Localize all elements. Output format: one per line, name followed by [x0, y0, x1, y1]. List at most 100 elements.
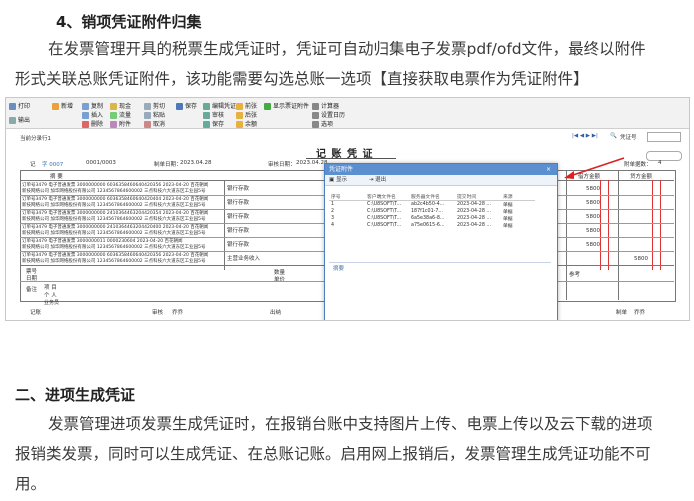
- voucher-screenshot: 打印 输出 新增 复制 插入 删除 现金 流量 附件 剪切 粘贴 取消 保存 编…: [5, 97, 690, 321]
- cell-submit-time: 2023-04-28 ...: [457, 209, 491, 214]
- entry-row-2-amount: 5800: [586, 200, 600, 206]
- settings-button[interactable]: 设置日历: [312, 110, 345, 119]
- grid-red-line-3: [652, 180, 653, 270]
- date-label: 制单日期：: [154, 162, 182, 168]
- cell-server-file: 187f1c01-7...: [411, 209, 443, 214]
- bookkeeper-label: 记账: [30, 310, 42, 316]
- title-underline: [306, 158, 396, 159]
- insert-icon: [82, 112, 89, 119]
- entry-row-4-account: 银行存款: [227, 228, 250, 234]
- dialog-title: 凭证附件: [329, 166, 354, 173]
- cell-submit-time: 2023-04-28 ...: [457, 202, 491, 207]
- print-button[interactable]: 打印: [9, 101, 30, 110]
- exit-button[interactable]: ⇥ 退出: [369, 177, 396, 183]
- entry-row-5[interactable]: 订单号3479 电子普通发票 3000000011 0000230604 202…: [22, 238, 222, 250]
- review-icon: [203, 112, 210, 119]
- next-icon: [236, 112, 243, 119]
- cut-button[interactable]: 剪切: [144, 101, 165, 110]
- date-value: 2023.04.28: [180, 160, 212, 166]
- table-row[interactable]: 1 C:\U8SOFT\T... ab2c4b50-4... 2023-04-2…: [329, 201, 535, 208]
- grid-col-line-1: [224, 180, 225, 270]
- grid-red-line-2: [608, 180, 609, 270]
- entry-row-4[interactable]: 订单号3479 电子普通发票 3000000000 24103644632044…: [22, 224, 222, 236]
- entry-row-6[interactable]: 订单号3479 电子普通发票 3000000000 60363584606404…: [22, 252, 222, 264]
- cell-index: 4: [331, 223, 335, 228]
- cell-source: 单据: [503, 217, 513, 222]
- entry-row-1[interactable]: 订单号3479 电子普通发票 3000000000 60363584606404…: [22, 182, 222, 194]
- project-label: 项 目: [44, 285, 57, 291]
- flow-button[interactable]: 流量: [110, 110, 131, 119]
- cell-index: 3: [331, 216, 335, 221]
- nav-arrows-icon[interactable]: |◀ ◀ ▶ ▶|: [572, 133, 598, 139]
- voucher-search-input[interactable]: [647, 132, 681, 142]
- save2-icon: [203, 121, 210, 128]
- cash-button[interactable]: 现金: [110, 101, 131, 110]
- cell-index: 1: [331, 202, 335, 207]
- next-button[interactable]: 后张: [236, 110, 257, 119]
- dialog-divider: [329, 262, 551, 263]
- maker-label: 制单: [616, 310, 628, 316]
- paste-icon: [144, 112, 151, 119]
- cut-icon: [144, 103, 151, 110]
- cell-server-file: a75e0615-6...: [411, 223, 445, 228]
- save-button[interactable]: 保存: [176, 101, 197, 110]
- prev-icon: [236, 103, 243, 110]
- insert-button[interactable]: 插入: [82, 110, 103, 119]
- cashier-label: 出纳: [270, 310, 282, 316]
- entry-row-1-amount: 5800: [586, 186, 600, 192]
- new-button[interactable]: 新增: [52, 101, 73, 110]
- paste-button[interactable]: 粘贴: [144, 110, 165, 119]
- section-2-title: 二、进项生成凭证: [15, 386, 136, 404]
- options-button[interactable]: 选项: [312, 119, 333, 128]
- edit-voucher-button[interactable]: 编辑凭证: [203, 101, 236, 110]
- entry-row-2[interactable]: 订单号3479 电子普通发票 3000000000 60363584606404…: [22, 196, 222, 208]
- grid-red-line-1: [600, 180, 601, 270]
- print-icon: [9, 103, 16, 110]
- cell-source: 单据: [503, 224, 513, 229]
- attachment-icon: [264, 103, 271, 110]
- save-icon: [176, 103, 183, 110]
- show-button[interactable]: ▣ 显示: [329, 177, 357, 183]
- cell-client-file: C:\U8SOFT\T...: [367, 223, 402, 228]
- voucher-attachment-dialog: 凭证附件 × ▣ 显示 ⇥ 退出 序号 客户端文件名 服务器文件名 提交时间 来…: [324, 163, 558, 320]
- section-4-para-line1: 在发票管理开具的税票生成凭证时，凭证可自动归集电子发票pdf/ofd文件，最终以…: [48, 40, 646, 58]
- copy-button[interactable]: 复制: [82, 101, 103, 110]
- prev-button[interactable]: 前张: [236, 101, 257, 110]
- cell-index: 2: [331, 209, 335, 214]
- balance-button[interactable]: 余额: [236, 119, 257, 128]
- cell-server-file: ab2c4b50-4...: [411, 202, 445, 207]
- maker-value: 乔乔: [634, 310, 646, 316]
- remark-label: 备注: [26, 287, 38, 293]
- paperclip-icon: [110, 121, 117, 128]
- cell-source: 单据: [503, 210, 513, 215]
- output-button[interactable]: 输出: [9, 115, 30, 124]
- annotation-arrow-icon: [564, 157, 625, 179]
- edit-icon: [203, 103, 210, 110]
- table-row[interactable]: 2 C:\U8SOFT\T... 187f1c01-7... 2023-04-2…: [329, 208, 535, 215]
- table-row[interactable]: 3 C:\U8SOFT\T... 6a5e38a6-8... 2023-04-2…: [329, 215, 535, 222]
- entry-row-3-amount: 5800: [586, 214, 600, 220]
- table-row[interactable]: 4 C:\U8SOFT\T... a75e0615-6... 2023-04-2…: [329, 222, 535, 229]
- cell-submit-time: 2023-04-28 ...: [457, 223, 491, 228]
- cancel-icon: [144, 121, 151, 128]
- cell-submit-time: 2023-04-28 ...: [457, 216, 491, 221]
- section-4-para-line2: 形式关联总账凭证附件，该功能需要勾选总账一选项【直接获取电票作为凭证附件】: [15, 70, 589, 88]
- cancel-button[interactable]: 取消: [144, 119, 165, 128]
- col-source: 来源: [501, 193, 535, 201]
- attach-button[interactable]: 附件: [110, 119, 131, 128]
- show-attachment-button[interactable]: 显示票证附件: [264, 101, 309, 110]
- dialog-toolbar: ▣ 显示 ⇥ 退出: [325, 175, 557, 186]
- summary-column-header: 摘 要: [50, 174, 63, 180]
- close-icon[interactable]: ×: [546, 164, 551, 175]
- review-button[interactable]: 审核: [203, 110, 224, 119]
- cell-source: 单据: [503, 203, 513, 208]
- voucher-no-seq: 0001/0003: [86, 160, 116, 166]
- entry-row-3[interactable]: 订单号3479 电子普通发票 3000000000 24103644632044…: [22, 210, 222, 222]
- entry-row-5-account: 银行存款: [227, 242, 250, 248]
- search-icon[interactable]: 🔍: [610, 133, 617, 139]
- save2-button[interactable]: 保存: [203, 119, 224, 128]
- delete-row-button[interactable]: 删除: [82, 119, 103, 128]
- reviewer-label: 审核: [152, 310, 164, 316]
- cell-client-file: C:\U8SOFT\T...: [367, 209, 402, 214]
- calculator-button[interactable]: 计算器: [312, 101, 339, 110]
